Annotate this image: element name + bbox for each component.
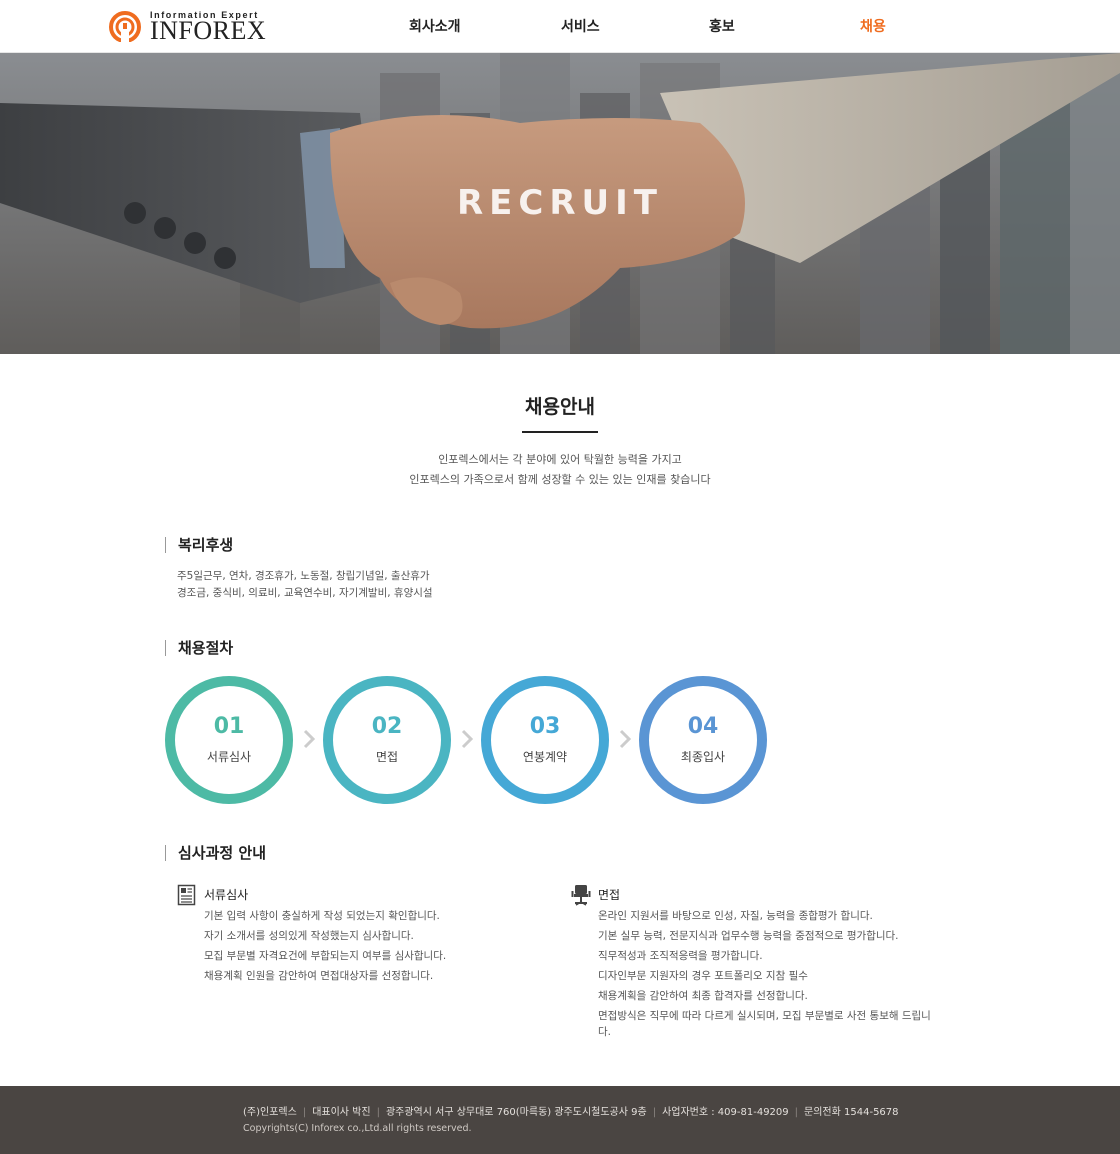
chair-icon bbox=[571, 885, 591, 906]
step-number: 02 bbox=[371, 714, 403, 739]
footer-phone: 문의전화 1544-5678 bbox=[804, 1107, 899, 1118]
footer-copyright: Copyrights(C) Inforex co.,Ltd.all rights… bbox=[243, 1123, 472, 1134]
review-title: 서류심사 bbox=[204, 888, 249, 902]
nav-item-pr[interactable]: 홍보 bbox=[709, 16, 735, 36]
step-label: 서류심사 bbox=[206, 750, 252, 764]
review-line: 기본 실무 능력, 전문지식과 업무수행 능력을 중점적으로 평가합니다. bbox=[598, 930, 899, 942]
process-heading: 채용절차 bbox=[165, 640, 233, 656]
intro-line: 인포렉스의 가족으로서 함께 성장할 수 있는 있는 인재를 찾습니다 bbox=[409, 473, 711, 486]
review-line: 자기 소개서를 성의있게 작성했는지 심사합니다. bbox=[204, 930, 414, 942]
page-title: 채용안내 bbox=[525, 396, 595, 418]
review-title: 면접 bbox=[598, 888, 621, 902]
site-footer: (주)인포렉스 | 대표이사 박진 | 광주광역시 서구 상무대로 760(마륵동) 광… bbox=[0, 1086, 1120, 1154]
step-label: 최종입사 bbox=[680, 750, 726, 764]
nav-item-services[interactable]: 서비스 bbox=[561, 16, 600, 36]
review-line: 기본 입력 사항이 충실하게 작성 되었는지 확인합니다. bbox=[204, 910, 440, 922]
chevron-right-icon bbox=[303, 729, 315, 749]
footer-divider: | bbox=[302, 1107, 307, 1118]
intro-line: 인포렉스에서는 각 분야에 있어 탁월한 능력을 가지고 bbox=[438, 453, 682, 466]
review-line: 직무적성과 조직적응력을 평가합니다. bbox=[598, 950, 763, 962]
main-nav: 회사소개 서비스 홍보 채용 bbox=[0, 0, 1120, 53]
review-lines: 온라인 지원서를 바탕으로 인성, 자질, 능력을 종합평가 합니다. 기본 실… bbox=[598, 906, 931, 1038]
hero-banner: RECRUIT bbox=[0, 53, 1120, 354]
review-heading: 심사과정 안내 bbox=[165, 845, 266, 861]
review-line: 디자인부문 지원자의 경우 포트폴리오 지참 필수 bbox=[598, 970, 808, 982]
process-step-3: 03 연봉계약 bbox=[481, 676, 609, 804]
welfare-line: 경조금, 중식비, 의료비, 교육연수비, 자기계발비, 휴양시설 bbox=[177, 587, 433, 599]
footer-address: 광주광역시 서구 상무대로 760(마륵동) 광주도시철도공사 9층 bbox=[385, 1107, 647, 1118]
document-icon bbox=[177, 884, 196, 906]
review-line: 온라인 지원서를 바탕으로 인성, 자질, 능력을 종합평가 합니다. bbox=[598, 910, 873, 922]
footer-divider: | bbox=[376, 1107, 380, 1118]
welfare-line: 주5일근무, 연차, 경조휴가, 노동절, 창립기념일, 출산휴가 bbox=[177, 570, 430, 582]
step-label: 연봉계약 bbox=[522, 750, 568, 764]
footer-company-info: (주)인포렉스 | 대표이사 박진 | 광주광역시 서구 상무대로 760(마륵동) 광… bbox=[243, 1103, 899, 1118]
step-number: 03 bbox=[529, 714, 561, 739]
review-line: 채용계획 인원을 감안하여 면접대상자를 선정합니다. bbox=[204, 970, 434, 982]
review-line: 모집 부문별 자격요건에 부합되는지 여부를 심사합니다. bbox=[204, 950, 447, 962]
footer-ceo: 대표이사 박진 bbox=[312, 1107, 371, 1118]
review-line: 면접방식은 직무에 따라 다르게 실시되며, 모집 부문별로 사전 통보해 드립… bbox=[598, 1010, 931, 1022]
footer-business-no: 사업자번호 : 409-81-49209 bbox=[662, 1107, 789, 1118]
process-step-4: 04 최종입사 bbox=[639, 676, 767, 804]
title-underline bbox=[522, 431, 598, 433]
welfare-heading: 복리후생 bbox=[165, 537, 233, 553]
step-number: 01 bbox=[213, 714, 245, 739]
footer-divider: | bbox=[652, 1107, 657, 1118]
chevron-right-icon bbox=[619, 729, 631, 749]
review-lines: 기본 입력 사항이 충실하게 작성 되었는지 확인합니다. 자기 소개서를 성의… bbox=[204, 906, 446, 986]
nav-item-recruit[interactable]: 채용 bbox=[860, 16, 886, 36]
review-line: 다. bbox=[598, 1026, 611, 1038]
step-number: 04 bbox=[687, 714, 719, 739]
site-header: Information Expert INFOREX 회사소개 서비스 홍보 채… bbox=[0, 0, 1120, 53]
intro-text: 인포렉스에서는 각 분야에 있어 탁월한 능력을 가지고 인포렉스의 가족으로서… bbox=[0, 450, 1120, 490]
welfare-list: 주5일근무, 연차, 경조휴가, 노동절, 창립기념일, 출산휴가 경조금, 중… bbox=[177, 568, 433, 602]
hero-title: RECRUIT bbox=[457, 183, 663, 223]
review-line: 채용계획을 감안하여 최종 합격자를 선정합니다. bbox=[598, 990, 808, 1002]
process-step-2: 02 면접 bbox=[323, 676, 451, 804]
process-step-1: 01 서류심사 bbox=[165, 676, 293, 804]
footer-divider: | bbox=[794, 1107, 799, 1118]
nav-item-company[interactable]: 회사소개 bbox=[409, 16, 461, 36]
footer-company: (주)인포렉스 bbox=[243, 1107, 297, 1118]
step-label: 면접 bbox=[375, 750, 399, 764]
chevron-right-icon bbox=[461, 729, 473, 749]
